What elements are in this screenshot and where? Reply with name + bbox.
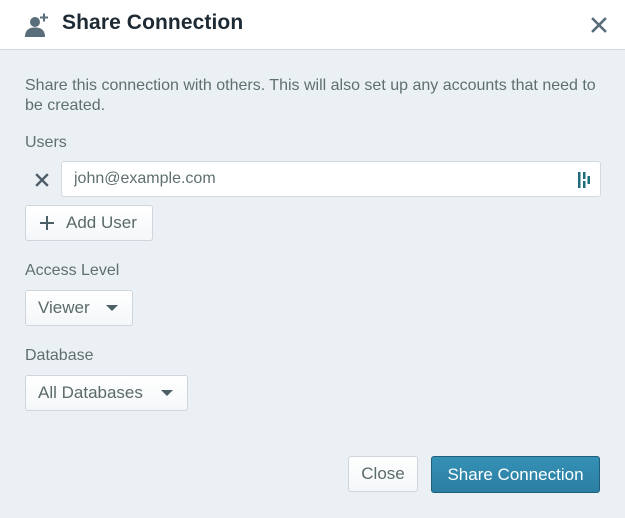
share-connection-button[interactable]: Share Connection xyxy=(431,456,600,493)
add-user-icon xyxy=(25,13,48,37)
database-value: All Databases xyxy=(38,383,143,402)
database-select[interactable]: All Databases xyxy=(25,375,188,411)
close-icon[interactable] xyxy=(590,16,608,34)
database-label: Database xyxy=(25,347,94,364)
access-level-select[interactable]: Viewer xyxy=(25,290,133,326)
user-email-field-wrap xyxy=(61,161,601,197)
users-label: Users xyxy=(25,134,67,151)
close-button[interactable]: Close xyxy=(348,456,418,492)
user-email-input[interactable] xyxy=(62,162,600,196)
remove-user-button[interactable] xyxy=(34,172,50,188)
dialog-title: Share Connection xyxy=(62,11,244,34)
access-level-label: Access Level xyxy=(25,262,120,279)
password-manager-icon[interactable] xyxy=(577,172,591,188)
plus-icon xyxy=(40,216,54,230)
caret-down-icon xyxy=(106,305,118,311)
dialog-description: Share this connection with others. This … xyxy=(25,77,596,114)
add-user-label: Add User xyxy=(66,213,137,232)
access-level-value: Viewer xyxy=(38,298,90,317)
caret-down-icon xyxy=(161,390,173,396)
add-user-button[interactable]: Add User xyxy=(25,205,153,241)
dialog-header: Share Connection xyxy=(0,0,625,50)
